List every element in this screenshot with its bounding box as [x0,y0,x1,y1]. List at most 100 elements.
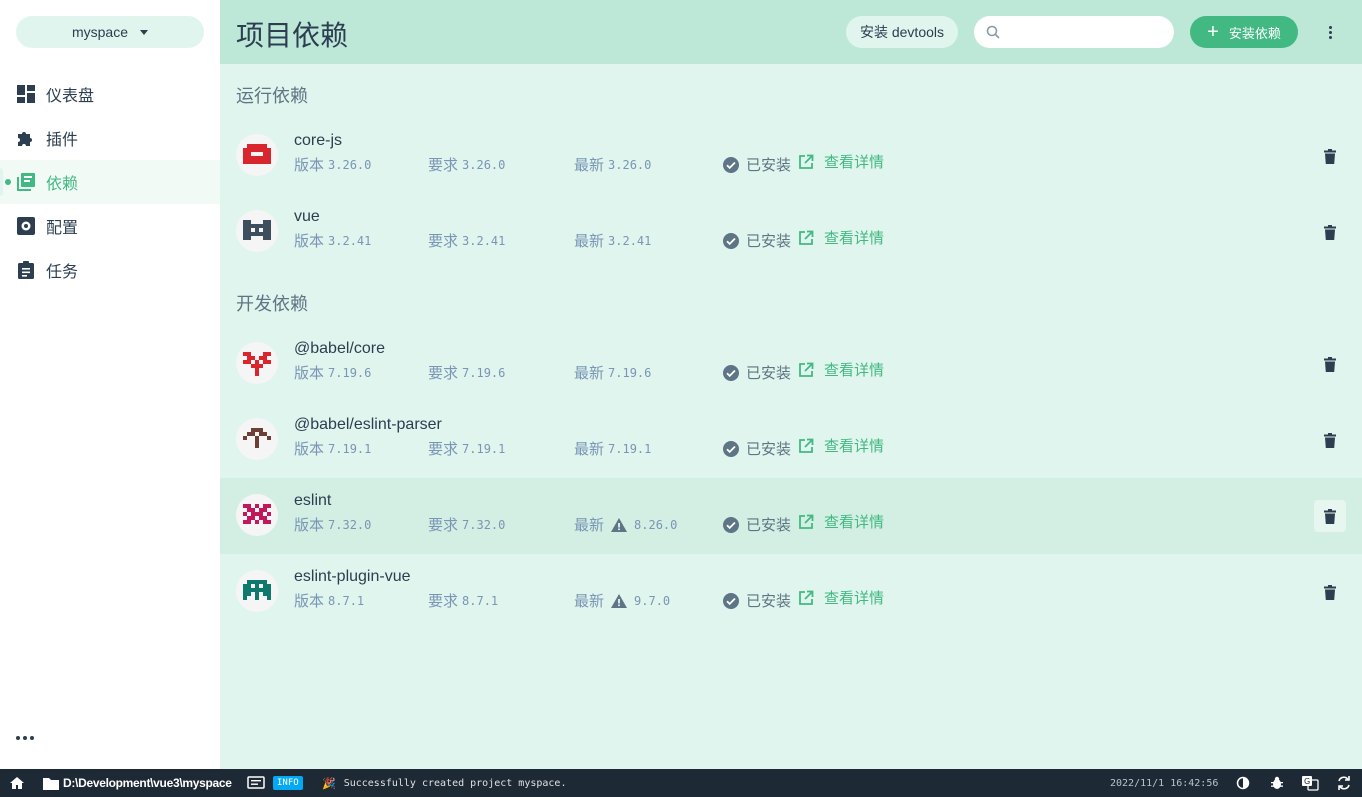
log-console-button[interactable] [247,769,265,797]
version-value: 7.19.6 [328,365,372,380]
latest-version: 最新 8.26.0 [574,514,677,535]
sidebar-item-plugins[interactable]: 插件 [0,116,220,160]
open-external-icon [798,514,814,530]
wanted-value: 3.2.41 [462,233,506,248]
library-icon [16,172,36,192]
more-vert-icon[interactable] [1320,20,1340,44]
view-details-link[interactable]: 查看详情 [798,151,884,172]
translate-button[interactable]: G [1301,769,1319,797]
delete-dependency-button[interactable] [1314,500,1346,532]
open-external-icon [798,230,814,246]
install-status: 已安装 [722,438,791,459]
installed-version: 版本 8.7.1 [294,590,364,611]
latest-label: 最新 [574,593,605,610]
refresh-button[interactable] [1336,769,1352,797]
delete-dependency-button[interactable] [1314,424,1346,456]
dependency-row[interactable]: @babel/eslint-parser 版本 7.19.1 要求 7.19.1… [220,402,1362,478]
sidebar-item-dependencies[interactable]: 依赖 [0,160,220,204]
last-log-message[interactable]: 🎉 Successfully created project myspace. [322,769,566,797]
dependency-row[interactable]: vue 版本 3.2.41 要求 3.2.41 最新 3.2.41 已安装 查看… [220,194,1362,270]
delete-dependency-button[interactable] [1314,140,1346,172]
project-path[interactable]: D:\Development\vue3\myspace [43,769,232,797]
version-value: 7.19.1 [328,441,372,456]
view-details-link[interactable]: 查看详情 [798,227,884,248]
home-icon [9,776,25,790]
search-icon [986,25,1000,39]
package-avatar [236,570,278,612]
package-name: eslint [294,492,332,509]
latest-version: 最新 3.26.0 [574,154,651,175]
info-badge: INFO [273,776,303,790]
party-emoji: 🎉 [322,777,336,790]
installed-label: 已安装 [746,365,792,382]
latest-label: 最新 [574,233,605,250]
installed-version: 版本 7.32.0 [294,514,371,535]
details-label: 查看详情 [824,590,885,607]
trash-icon [1324,508,1336,524]
latest-version: 最新 3.2.41 [574,230,651,251]
dependency-row[interactable]: @babel/core 版本 7.19.6 要求 7.19.6 最新 7.19.… [220,326,1362,402]
install-devtools-button[interactable]: 安装 devtools [846,16,958,48]
view-details-link[interactable]: 查看详情 [798,587,884,608]
view-details-link[interactable]: 查看详情 [798,435,884,456]
package-avatar [236,418,278,460]
package-avatar [236,210,278,252]
wanted-label: 要求 [428,365,459,382]
folder-icon [43,777,59,790]
latest-version: 最新 7.19.1 [574,438,651,459]
open-external-icon [798,438,814,454]
version-label: 版本 [294,593,325,610]
warning-icon [610,517,628,533]
timestamp: 2022/11/1 16:42:56 [1110,769,1218,797]
install-dependency-button[interactable]: + 安装依赖 [1190,16,1298,48]
wanted-version: 要求 7.19.1 [428,438,505,459]
package-avatar [236,134,278,176]
delete-dependency-button[interactable] [1314,576,1346,608]
install-status: 已安装 [722,590,791,611]
latest-label: 最新 [574,157,605,174]
home-button[interactable] [9,769,25,797]
delete-dependency-button[interactable] [1314,348,1346,380]
dev-section-title: 开发依赖 [236,294,308,314]
wanted-value: 7.19.6 [462,365,506,380]
installed-label: 已安装 [746,517,792,534]
sidebar-item-tasks[interactable]: 任务 [0,248,220,292]
view-details-link[interactable]: 查看详情 [798,359,884,380]
trash-icon [1324,148,1336,164]
dark-mode-toggle[interactable] [1236,769,1250,797]
latest-value: 3.26.0 [608,157,652,172]
latest-value: 9.7.0 [634,593,671,608]
check-circle-icon [722,440,740,458]
installed-version: 版本 3.26.0 [294,154,371,175]
more-options-icon[interactable] [16,730,38,746]
project-switcher[interactable]: myspace [16,16,204,48]
latest-label: 最新 [574,365,605,382]
installed-label: 已安装 [746,593,792,610]
wanted-label: 要求 [428,157,459,174]
install-status: 已安装 [722,514,791,535]
dependency-row[interactable]: eslint 版本 7.32.0 要求 7.32.0 最新 8.26.0 已安装… [220,478,1362,554]
delete-dependency-button[interactable] [1314,216,1346,248]
search-input[interactable] [1008,24,1158,40]
sidebar-item-configuration[interactable]: 配置 [0,204,220,248]
version-value: 3.26.0 [328,157,372,172]
details-label: 查看详情 [824,154,885,171]
wanted-value: 7.32.0 [462,517,506,532]
installed-label: 已安装 [746,441,792,458]
details-label: 查看详情 [824,438,885,455]
sidebar-item-label: 仪表盘 [46,88,95,105]
dependency-row[interactable]: core-js 版本 3.26.0 要求 3.26.0 最新 3.26.0 已安… [220,118,1362,194]
dependency-row[interactable]: eslint-plugin-vue 版本 8.7.1 要求 8.7.1 最新 9… [220,554,1362,630]
wanted-label: 要求 [428,593,459,610]
translate-icon: G [1301,775,1319,791]
search-field[interactable] [974,16,1174,48]
trash-icon [1324,584,1336,600]
check-circle-icon [722,516,740,534]
sidebar-item-dashboard[interactable]: 仪表盘 [0,72,220,116]
report-bug-button[interactable] [1270,769,1284,797]
view-details-link[interactable]: 查看详情 [798,511,884,532]
wanted-label: 要求 [428,441,459,458]
timestamp-text: 2022/11/1 16:42:56 [1110,777,1219,789]
installed-label: 已安装 [746,157,792,174]
contrast-icon [1236,776,1250,790]
